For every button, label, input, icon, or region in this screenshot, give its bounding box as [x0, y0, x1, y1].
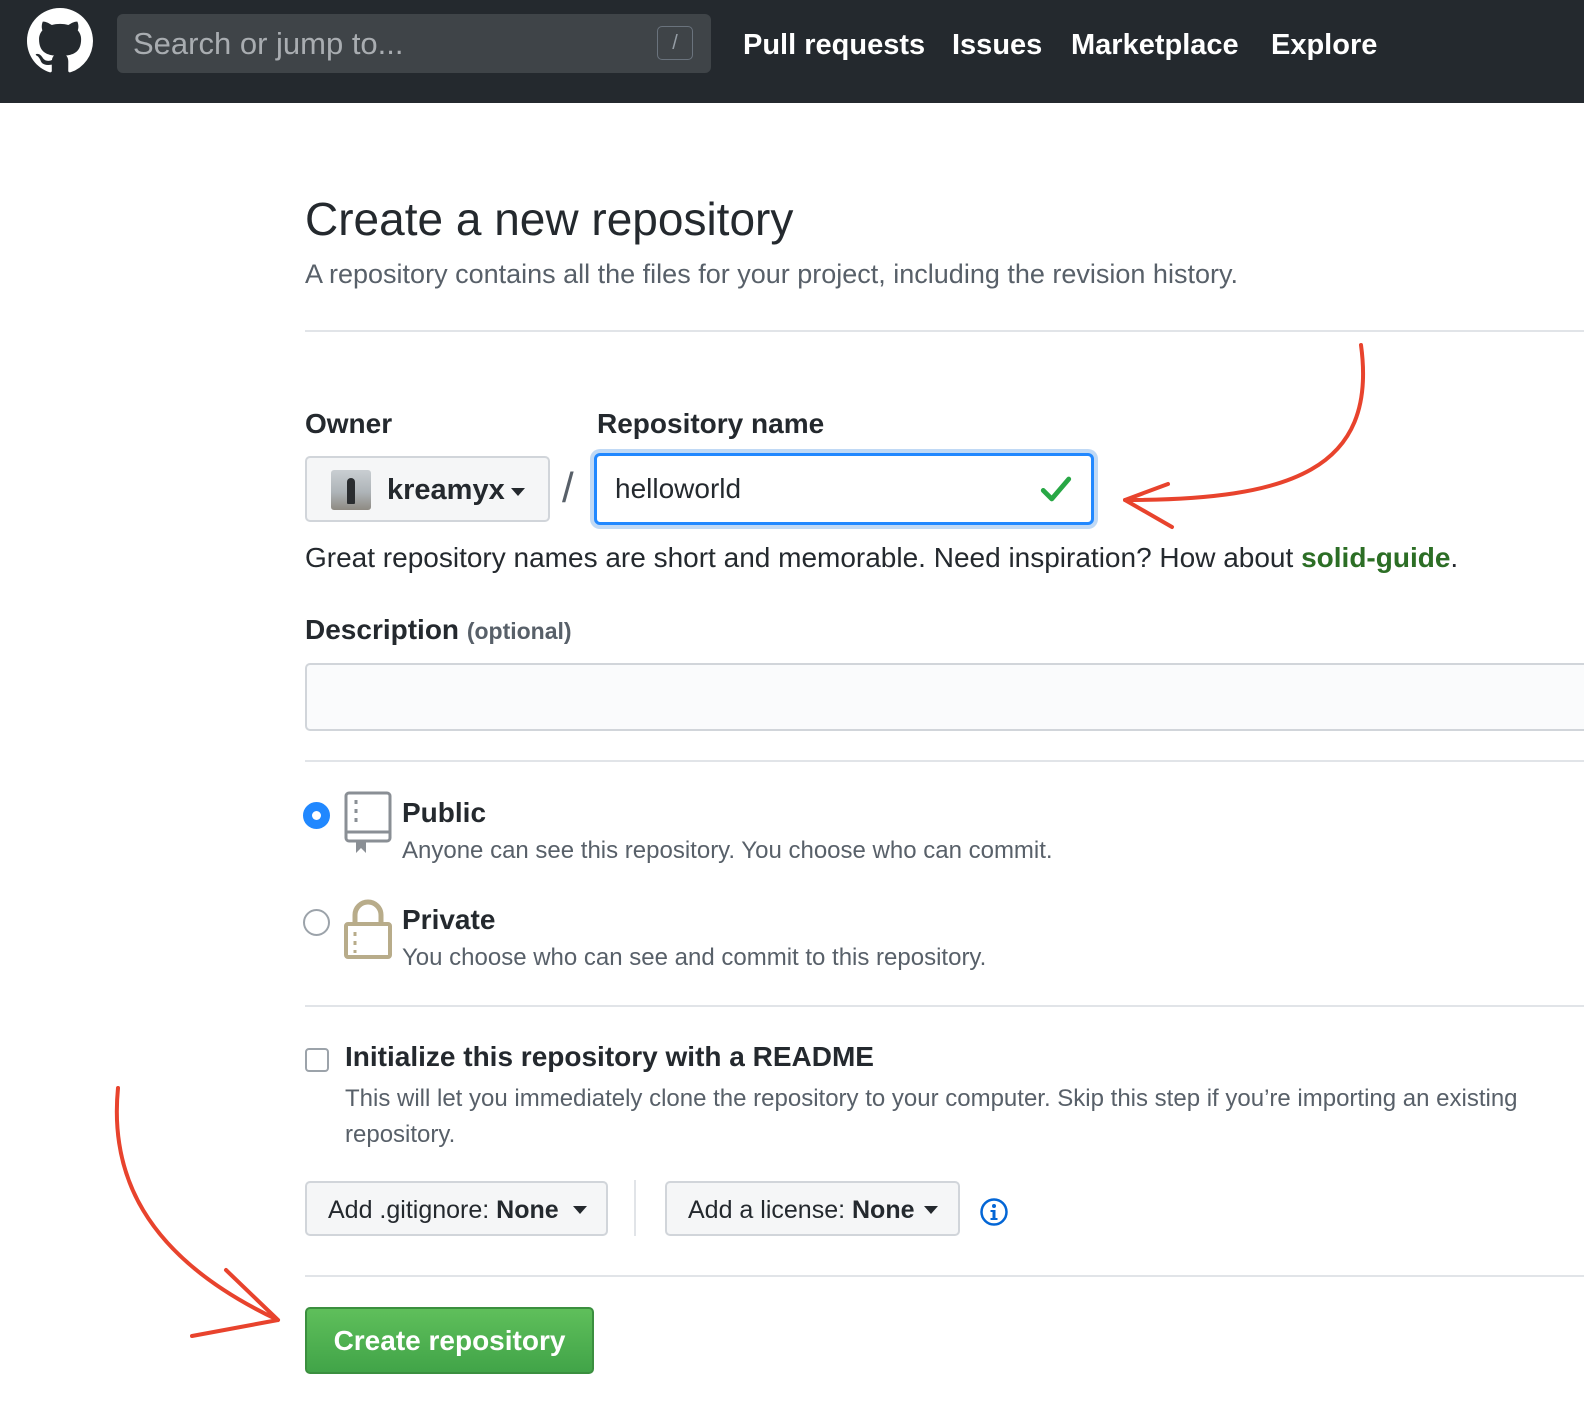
- owner-dropdown[interactable]: kreamyx: [305, 456, 550, 522]
- repo-name-input[interactable]: [597, 456, 1017, 522]
- nav-marketplace[interactable]: Marketplace: [1071, 28, 1239, 62]
- optional-note: (optional): [466, 618, 572, 644]
- divider: [305, 1275, 1584, 1277]
- arrow-head-create-button: [190, 1268, 280, 1338]
- description-label: Description (optional): [305, 614, 572, 645]
- nav-issues[interactable]: Issues: [952, 28, 1042, 62]
- description-input[interactable]: [305, 663, 1584, 731]
- lock-icon: [344, 899, 392, 959]
- arrow-to-repo-name: [1123, 343, 1365, 502]
- arrow-head-repo-name: [1123, 482, 1174, 529]
- divider: [305, 760, 1584, 762]
- readme-description: This will let you immediately clone the …: [345, 1085, 1518, 1148]
- chevron-down-icon: [573, 1206, 587, 1214]
- public-radio[interactable]: [303, 802, 330, 829]
- divider: [305, 330, 1584, 332]
- vertical-divider: [634, 1180, 636, 1236]
- page-title: Create a new repository: [305, 193, 794, 245]
- chevron-down-icon: [924, 1206, 938, 1214]
- repo-name-hint: Great repository names are short and mem…: [305, 542, 1459, 573]
- public-description: Anyone can see this repository. You choo…: [402, 837, 1053, 864]
- page-subtitle: A repository contains all the files for …: [305, 259, 1238, 289]
- owner-avatar: [331, 470, 371, 510]
- public-title: Public: [402, 797, 487, 828]
- name-suggestion-link[interactable]: solid-guide: [1301, 542, 1450, 573]
- license-dropdown[interactable]: Add a license: None: [665, 1181, 960, 1236]
- repo-book-icon: [344, 791, 392, 853]
- divider: [305, 1005, 1584, 1007]
- gitignore-dropdown[interactable]: Add .gitignore: None: [305, 1181, 608, 1236]
- nav-explore[interactable]: Explore: [1271, 28, 1377, 62]
- repo-name-label: Repository name: [597, 408, 825, 439]
- owner-label: Owner: [305, 408, 393, 439]
- private-title: Private: [402, 904, 496, 935]
- owner-name: kreamyx: [387, 474, 505, 506]
- check-icon: [1040, 476, 1072, 502]
- readme-checkbox[interactable]: [305, 1048, 329, 1072]
- owner-repo-separator: /: [562, 464, 574, 511]
- private-description: You choose who can see and commit to thi…: [402, 944, 987, 971]
- search-box[interactable]: /: [117, 14, 711, 73]
- private-radio[interactable]: [303, 909, 330, 936]
- readme-title: Initialize this repository with a README: [345, 1041, 874, 1072]
- info-icon[interactable]: [979, 1197, 1009, 1227]
- repo-name-field[interactable]: [594, 453, 1094, 525]
- nav-pull-requests[interactable]: Pull requests: [743, 28, 925, 62]
- arrow-to-create-button: [114, 1086, 280, 1322]
- search-shortcut-key: /: [657, 26, 693, 60]
- search-input[interactable]: [117, 14, 637, 73]
- chevron-down-icon: [511, 488, 525, 496]
- create-repository-button[interactable]: Create repository: [305, 1307, 594, 1374]
- top-header: / Pull requests Issues Marketplace Explo…: [0, 0, 1584, 103]
- github-logo-icon[interactable]: [27, 8, 93, 74]
